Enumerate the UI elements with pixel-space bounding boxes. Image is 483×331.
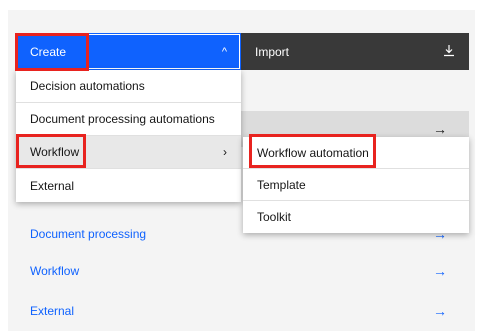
menu-item-label: External xyxy=(30,178,75,193)
link-external[interactable]: External → xyxy=(16,293,469,329)
menu-item-external[interactable]: External xyxy=(16,169,241,202)
import-button[interactable]: Import xyxy=(241,33,469,70)
arrow-right-icon: → xyxy=(433,121,447,137)
workflow-submenu: Workflow automation Template Toolkit xyxy=(243,137,469,233)
link-label: Document processing xyxy=(30,227,147,241)
import-label: Import xyxy=(255,44,290,59)
chevron-right-icon: › xyxy=(223,145,227,159)
download-icon xyxy=(443,44,455,60)
menu-item-label: Document processing automations xyxy=(30,112,215,126)
submenu-item-label: Toolkit xyxy=(257,210,292,224)
link-label: External xyxy=(30,304,75,318)
menu-item-document-processing-automations[interactable]: Document processing automations xyxy=(16,103,241,136)
create-label: Create xyxy=(30,44,67,59)
menu-item-workflow[interactable]: Workflow › xyxy=(16,136,241,169)
submenu-item-label: Template xyxy=(257,177,306,192)
menu-item-label: Workflow xyxy=(30,145,80,159)
submenu-item-template[interactable]: Template xyxy=(243,169,469,201)
arrow-right-icon: → xyxy=(433,303,447,319)
arrow-right-icon: → xyxy=(433,263,447,279)
link-label: Workflow xyxy=(30,264,80,278)
submenu-item-label: Workflow automation xyxy=(257,145,369,160)
submenu-item-toolkit[interactable]: Toolkit xyxy=(243,201,469,233)
link-workflow[interactable]: Workflow → xyxy=(16,253,469,289)
menu-item-decision-automations[interactable]: Decision automations xyxy=(16,70,241,103)
menu-item-label: Decision automations xyxy=(30,79,145,93)
chevron-up-icon: ^ xyxy=(221,45,227,58)
create-button[interactable]: Create ^ xyxy=(16,33,241,70)
submenu-item-workflow-automation[interactable]: Workflow automation xyxy=(243,137,469,169)
create-dropdown-menu: Decision automations Document processing… xyxy=(16,70,241,202)
